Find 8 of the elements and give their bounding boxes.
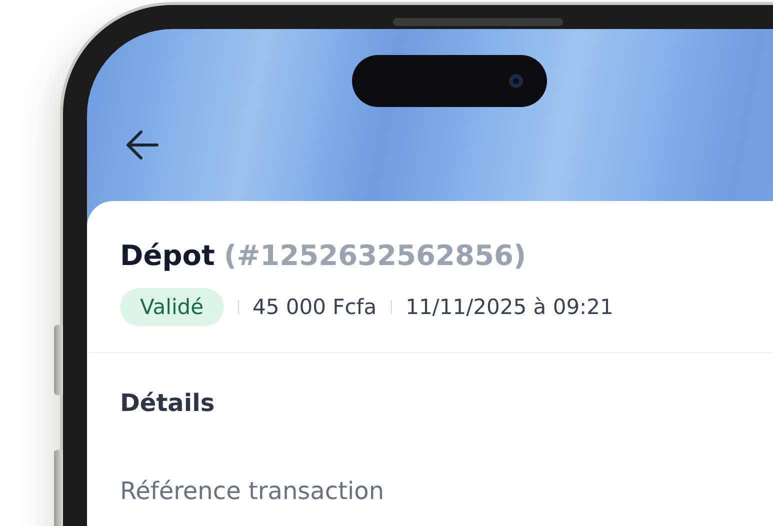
transaction-date: 11/11/2025 à 09:21	[406, 295, 614, 319]
field-label: Référence transaction	[120, 477, 386, 505]
section-heading: Détails	[120, 389, 216, 417]
transaction-id: (#1252632562856)	[224, 239, 526, 272]
transaction-title: Dépot	[120, 239, 215, 272]
transaction-amount: 45 000 Fcfa	[252, 295, 377, 319]
status-badge: Validé	[120, 288, 224, 326]
camera-icon	[507, 72, 525, 90]
